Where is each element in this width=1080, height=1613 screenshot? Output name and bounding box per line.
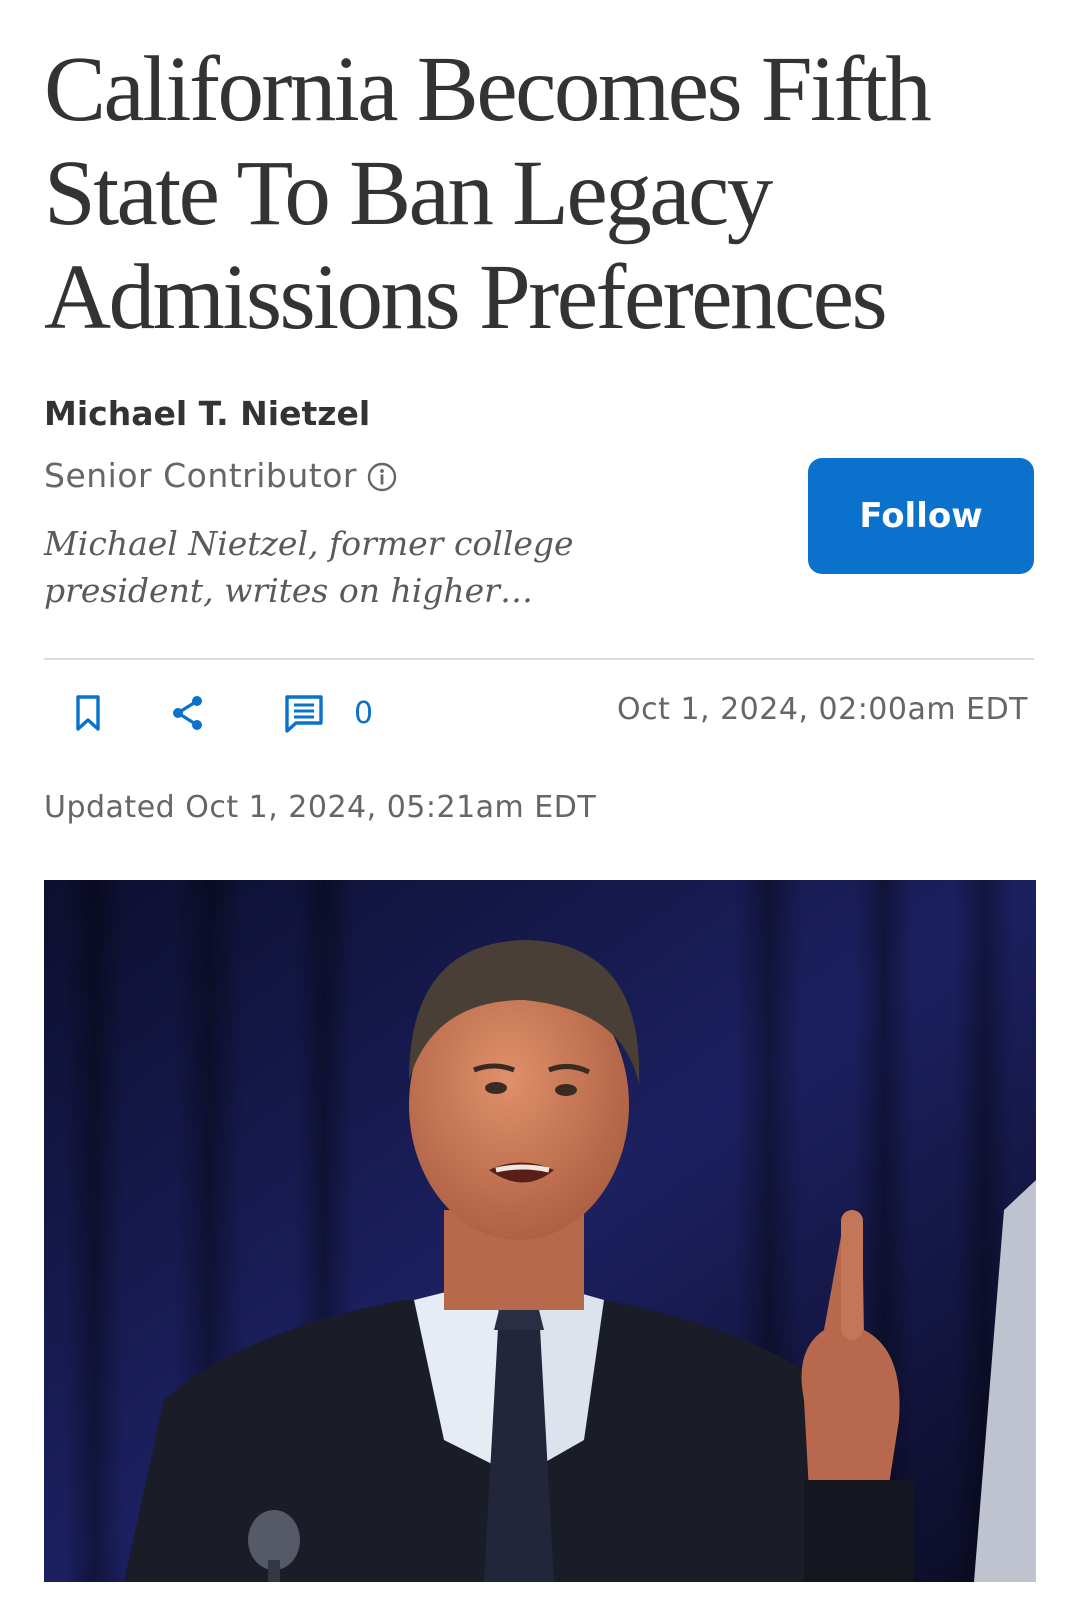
author-role-label: Senior Contributor [44, 456, 357, 495]
published-date: Oct 1, 2024, 02:00am EDT [617, 692, 1028, 727]
bookmark-icon[interactable] [68, 693, 108, 733]
article-headline: California Becomes Fifth State To Ban Le… [44, 38, 932, 349]
article-page: California Becomes Fifth State To Ban Le… [0, 0, 1080, 1613]
hero-photo [44, 880, 1036, 1582]
author-name[interactable]: Michael T. Nietzel [44, 394, 370, 434]
comment-count[interactable]: 0 [354, 694, 373, 734]
share-icon[interactable] [168, 693, 208, 733]
divider [44, 658, 1034, 660]
comment-icon[interactable] [284, 693, 324, 733]
follow-button[interactable]: Follow [808, 458, 1034, 574]
updated-date: Updated Oct 1, 2024, 05:21am EDT [44, 790, 597, 825]
author-bio: Michael Nietzel, former college presiden… [44, 524, 574, 610]
hero-photo-illustration [44, 880, 1036, 1582]
info-icon[interactable] [367, 461, 397, 492]
author-role: Senior Contributor [44, 456, 397, 496]
